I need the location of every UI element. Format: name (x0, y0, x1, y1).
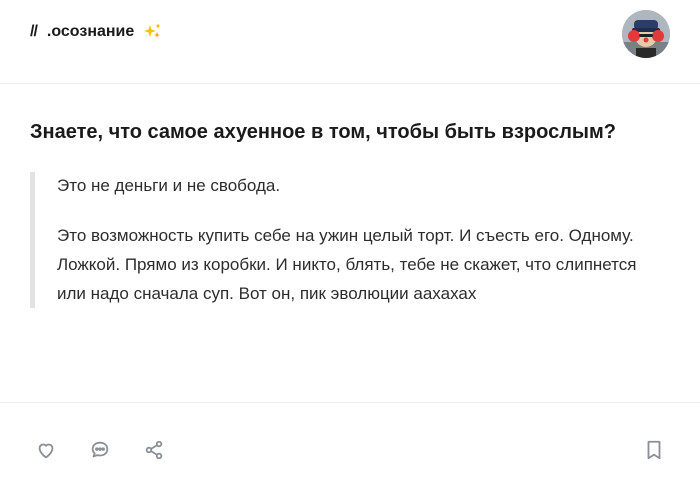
channel-link[interactable]: // .осознание (30, 20, 162, 44)
like-button[interactable] (34, 438, 58, 462)
channel-prefix: // (30, 23, 38, 40)
post-header: // .осознание (0, 0, 700, 84)
bookmark-button[interactable] (642, 438, 666, 462)
avatar[interactable] (622, 10, 670, 58)
channel-name: .осознание (46, 23, 135, 40)
post-quote: Это не деньги и не свобода. Это возможно… (30, 172, 670, 308)
quote-paragraph: Это не деньги и не свобода. (57, 176, 281, 195)
heart-icon (38, 443, 54, 459)
avatar-image (622, 10, 670, 58)
comment-icon (91, 441, 109, 458)
bookmark-icon (647, 440, 661, 460)
post-content: Знаете, что самое ахуенное в том, чтобы … (30, 118, 680, 308)
sparkles-emoji-icon (144, 24, 161, 38)
quote-paragraph: Это возможность купить себе на ужин целы… (57, 226, 637, 303)
comment-button[interactable] (88, 438, 112, 462)
post-title: Знаете, что самое ахуенное в том, чтобы … (30, 121, 616, 143)
share-icon (145, 440, 163, 460)
post-actions (0, 430, 700, 470)
footer-divider (0, 402, 700, 403)
share-button[interactable] (142, 438, 166, 462)
